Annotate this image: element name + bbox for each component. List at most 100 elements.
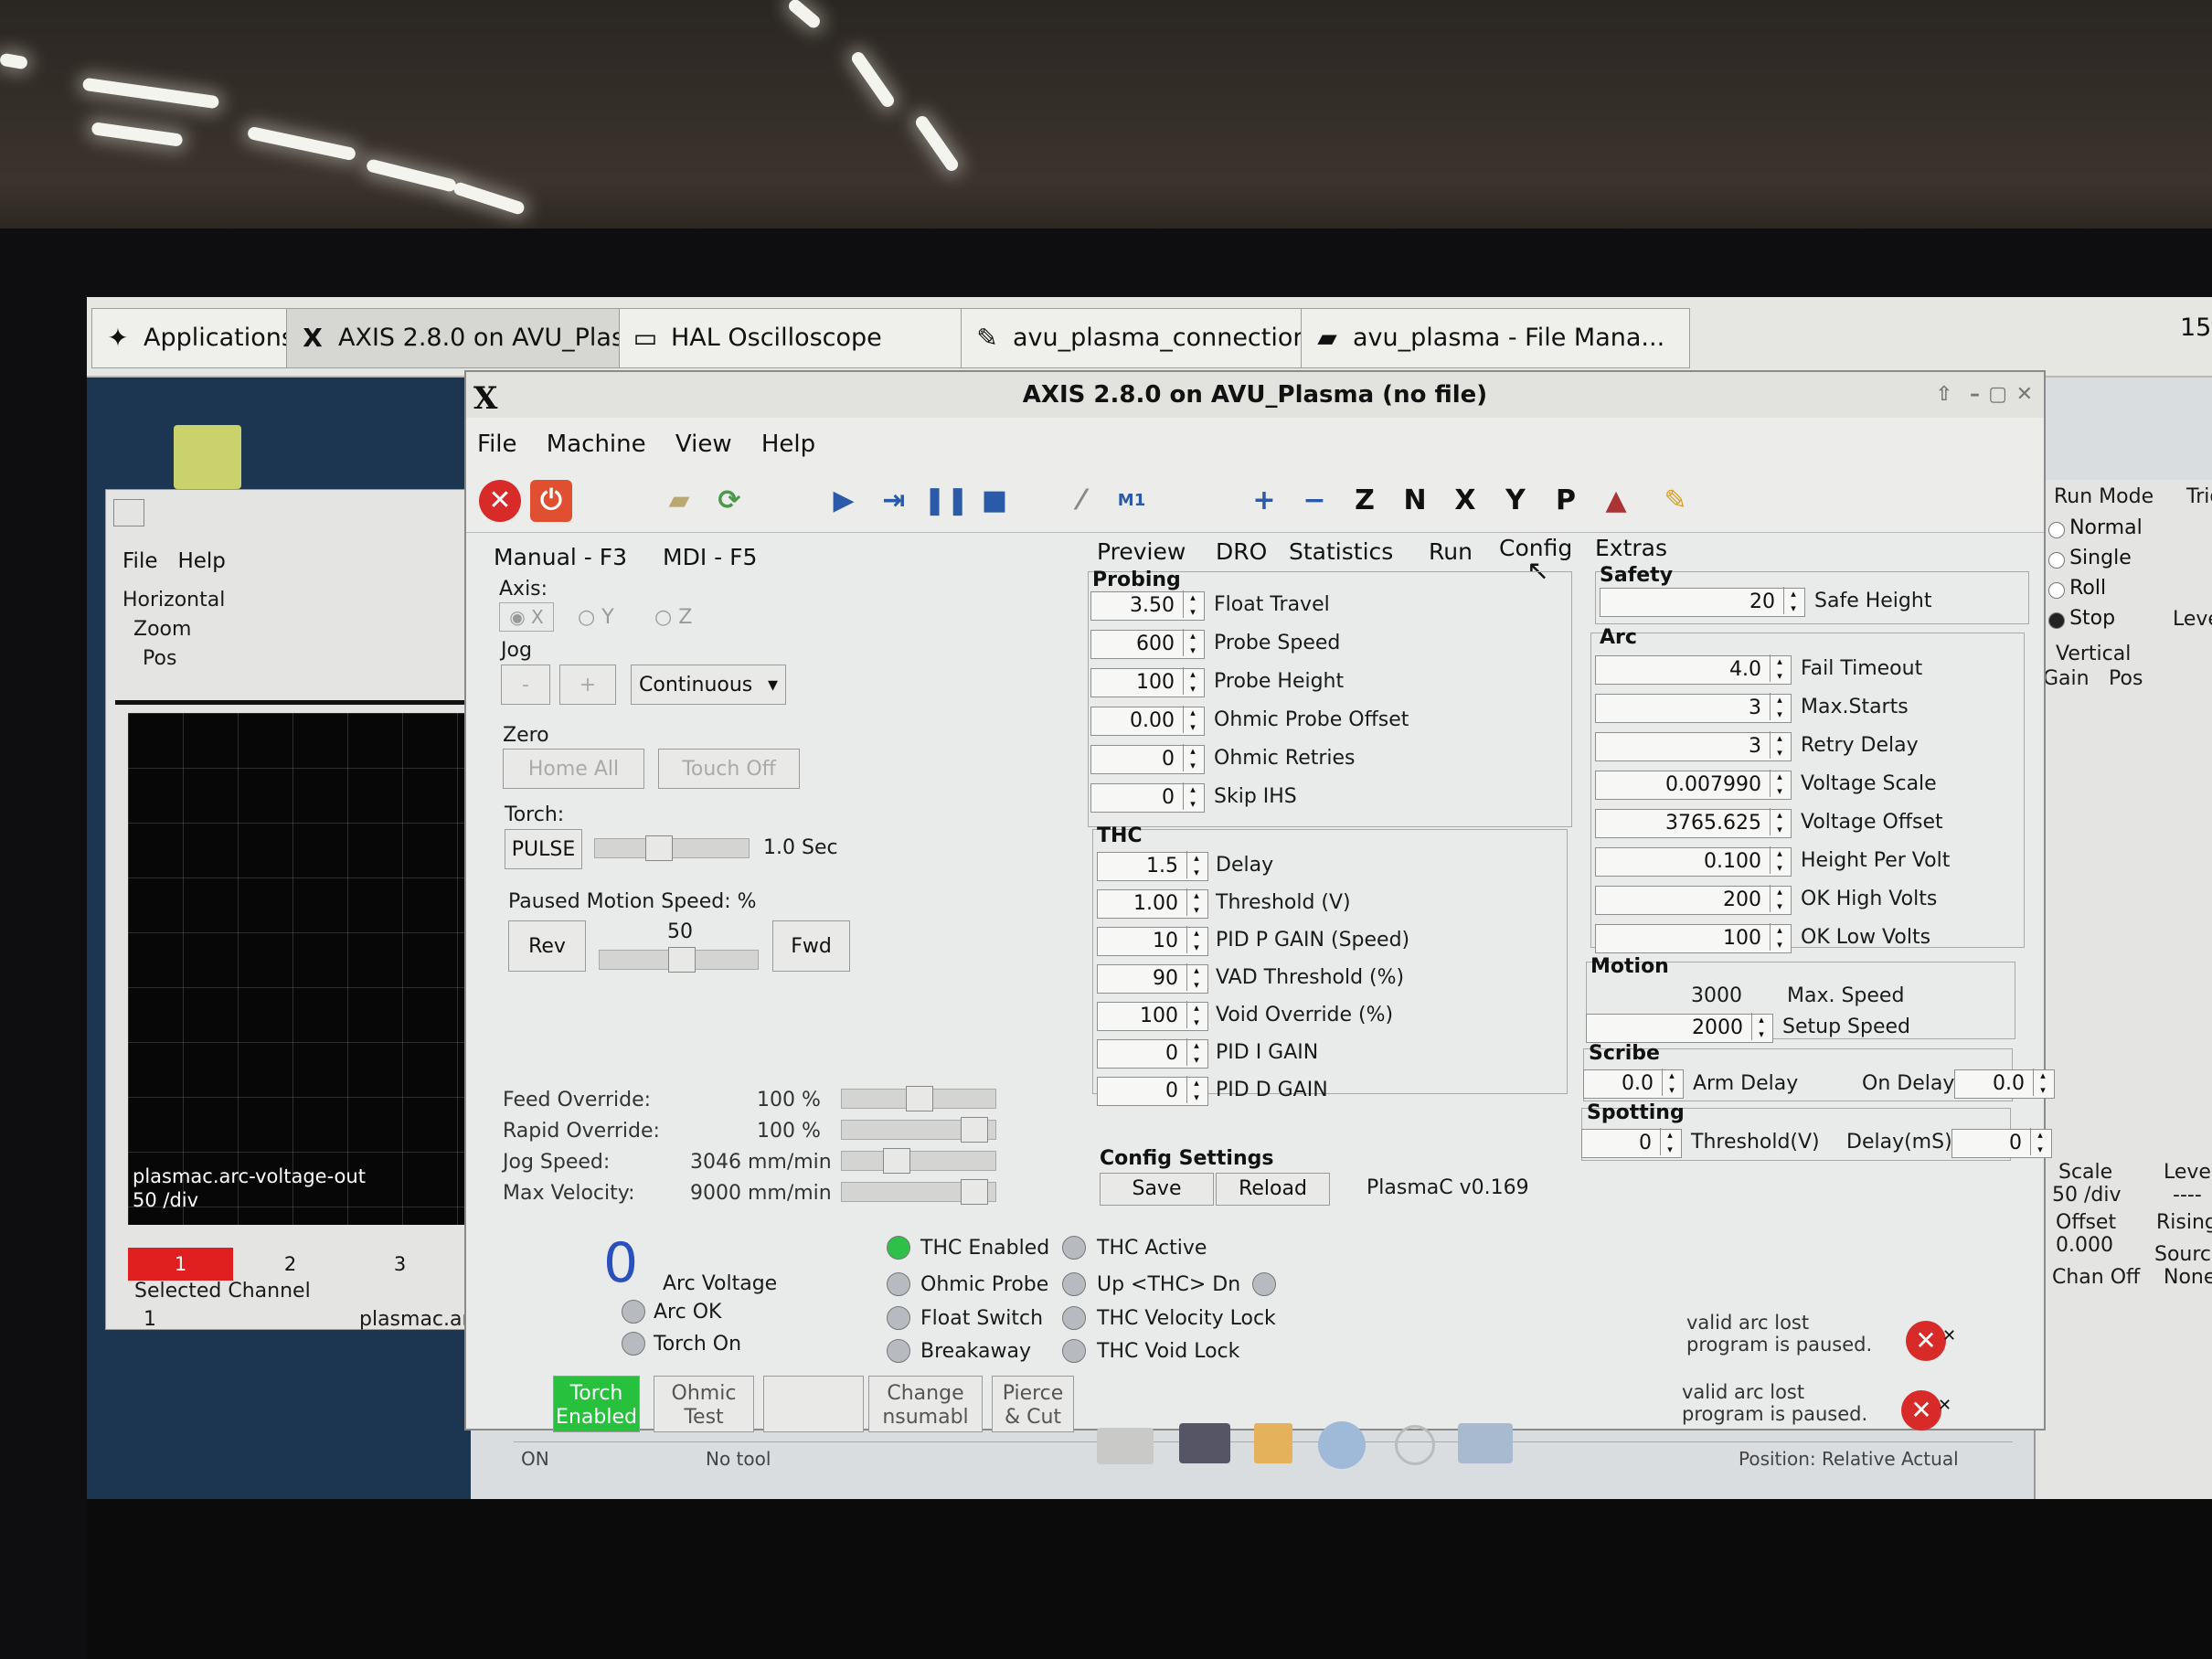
safe-height-spinbox[interactable]: 20 [1600,587,1805,617]
rotate-view-icon[interactable]: ▲ [1595,480,1637,522]
setup-speed-spinbox[interactable]: 2000 [1586,1013,1773,1043]
notification-close-icon[interactable]: ✕ [1938,1396,1951,1415]
run-mode-normal[interactable]: Normal [2048,516,2143,539]
jog-minus-button[interactable]: - [501,665,550,705]
fwd-button[interactable]: Fwd [772,920,850,972]
scope-menu-help[interactable]: Help [177,549,225,573]
vad-threshold-spinbox[interactable]: 90 [1097,963,1208,994]
tab-statistics[interactable]: Statistics [1289,538,1393,565]
minimize-icon[interactable]: – [1970,372,1980,418]
float-travel-spinbox[interactable]: 3.50 [1090,590,1205,621]
view-z-icon[interactable]: Z [1344,480,1386,522]
tab-manual[interactable]: Manual - F3 [494,544,627,570]
menu-view[interactable]: View [665,418,743,458]
blank-button[interactable] [763,1376,864,1432]
zoom-out-icon[interactable]: − [1293,480,1335,522]
view-x-icon[interactable]: X [1444,480,1486,522]
tab-preview[interactable]: Preview [1097,538,1186,565]
rapid-override-slider[interactable] [841,1117,996,1143]
run-mode-roll[interactable]: Roll [2048,577,2106,600]
run-mode-stop[interactable]: Stop [2048,607,2115,630]
zoom-in-icon[interactable]: + [1243,480,1285,522]
clear-plot-icon[interactable]: ✎ [1654,480,1696,522]
probe-height-spinbox[interactable]: 100 [1090,667,1205,697]
optional-stop-icon[interactable]: M1 [1111,480,1153,522]
pid-p-gain-speed-spinbox[interactable]: 10 [1097,926,1208,956]
ok-high-volts-spinbox[interactable]: 200 [1595,885,1792,915]
channel-1-button[interactable]: 1 [128,1248,233,1281]
block-delete-icon[interactable]: ⁄ [1060,480,1102,522]
fail-timeout-spinbox[interactable]: 4.0 [1595,654,1792,685]
menu-machine[interactable]: Machine [536,418,657,458]
slider-knob[interactable] [645,835,673,861]
pulse-time-slider[interactable] [594,835,750,861]
dock-search-icon[interactable] [1395,1425,1435,1465]
arm-delay-spinbox[interactable]: 0.0 [1583,1069,1684,1099]
slider-knob[interactable] [961,1117,988,1143]
voltage-scale-spinbox[interactable]: 0.007990 [1595,770,1792,800]
taskbar-hal-oscilloscope[interactable]: ▭ HAL Oscilloscope [619,308,1010,368]
shade-icon[interactable]: ⇧ [1936,372,1952,418]
delay-spinbox[interactable]: 1.5 [1097,851,1208,881]
run-icon[interactable]: ▶ [823,480,865,522]
max-starts-spinbox[interactable]: 3 [1595,693,1792,723]
axis-y-radio[interactable]: ○ Y [578,606,614,629]
slider-knob[interactable] [906,1086,933,1111]
taskbar-axis[interactable]: X AXIS 2.8.0 on AVU_Plas... [286,308,668,368]
void-override-spinbox[interactable]: 100 [1097,1001,1208,1031]
jog-mode-select[interactable]: Continuous ▾ [631,665,786,705]
spotting-delay-spinbox[interactable]: 0 [1951,1128,2052,1158]
pause-icon[interactable]: ❚❚ [923,480,969,522]
view-p-icon[interactable]: P [1545,480,1587,522]
reload-icon[interactable]: ⟳ [708,480,750,522]
config-save-button[interactable]: Save [1100,1173,1214,1206]
view-y-icon[interactable]: Y [1494,480,1537,522]
feed-override-slider[interactable] [841,1086,996,1111]
close-icon[interactable]: ✕ [2016,372,2033,418]
ohmic-probe-offset-spinbox[interactable]: 0.00 [1090,706,1205,736]
paused-speed-slider[interactable] [599,947,759,973]
threshold-v-spinbox[interactable]: 1.00 [1097,888,1208,919]
maximize-icon[interactable]: ▢ [1988,372,2007,418]
home-all-button[interactable]: Home All [503,749,644,789]
ok-low-volts-spinbox[interactable]: 100 [1595,923,1792,953]
dock-notes-icon[interactable] [1254,1423,1292,1463]
chan-off-button[interactable]: Chan Off [2052,1266,2140,1289]
estop-icon[interactable]: ✕ [479,480,521,522]
dock-folder-icon[interactable] [1458,1423,1513,1463]
height-per-volt-spinbox[interactable]: 0.100 [1595,846,1792,877]
run-mode-single[interactable]: Single [2048,547,2132,569]
retry-delay-spinbox[interactable]: 3 [1595,731,1792,761]
config-reload-button[interactable]: Reload [1216,1173,1330,1206]
slider-knob[interactable] [883,1148,910,1174]
axis-z-radio[interactable]: ○ Z [654,606,692,629]
probe-speed-spinbox[interactable]: 600 [1090,629,1205,659]
menu-help[interactable]: Help [750,418,826,458]
ohmic-test-button[interactable]: Ohmic Test [654,1376,754,1432]
taskbar-text-editor[interactable]: ✎ avu_plasma_connection... [961,308,1350,368]
taskbar-file-manager[interactable]: ▰ avu_plasma - File Mana... [1301,308,1690,368]
dock-browser-icon[interactable] [1318,1421,1366,1469]
scope-menu-file[interactable]: File [122,549,158,573]
dock-terminal-icon[interactable] [1179,1423,1230,1463]
rising-button[interactable]: Rising [2156,1211,2212,1234]
pierce-cut-button[interactable]: Pierce & Cut [992,1376,1074,1432]
pid-i-gain-spinbox[interactable]: 0 [1097,1038,1208,1069]
view-z2-icon[interactable]: N [1394,480,1436,522]
stop-icon[interactable]: ■ [973,480,1016,522]
tab-run[interactable]: Run [1429,538,1473,565]
pid-d-gain-spinbox[interactable]: 0 [1097,1076,1208,1106]
touch-off-button[interactable]: Touch Off [658,749,800,789]
open-file-icon[interactable]: ▰ [658,480,700,522]
channel-3-button[interactable]: 3 [347,1248,452,1281]
ohmic-retries-spinbox[interactable]: 0 [1090,744,1205,774]
jog-speed-slider[interactable] [841,1148,996,1174]
tab-dro[interactable]: DRO [1216,538,1267,565]
rev-button[interactable]: Rev [508,920,586,972]
torch-enabled-button[interactable]: Torch Enabled [553,1376,640,1432]
slider-knob[interactable] [961,1179,988,1205]
on-delay-spinbox[interactable]: 0.0 [1954,1069,2055,1099]
tab-extras[interactable]: Extras [1595,535,1667,561]
step-icon[interactable]: ⇥ [873,480,915,522]
spotting-threshold-spinbox[interactable]: 0 [1581,1128,1682,1158]
